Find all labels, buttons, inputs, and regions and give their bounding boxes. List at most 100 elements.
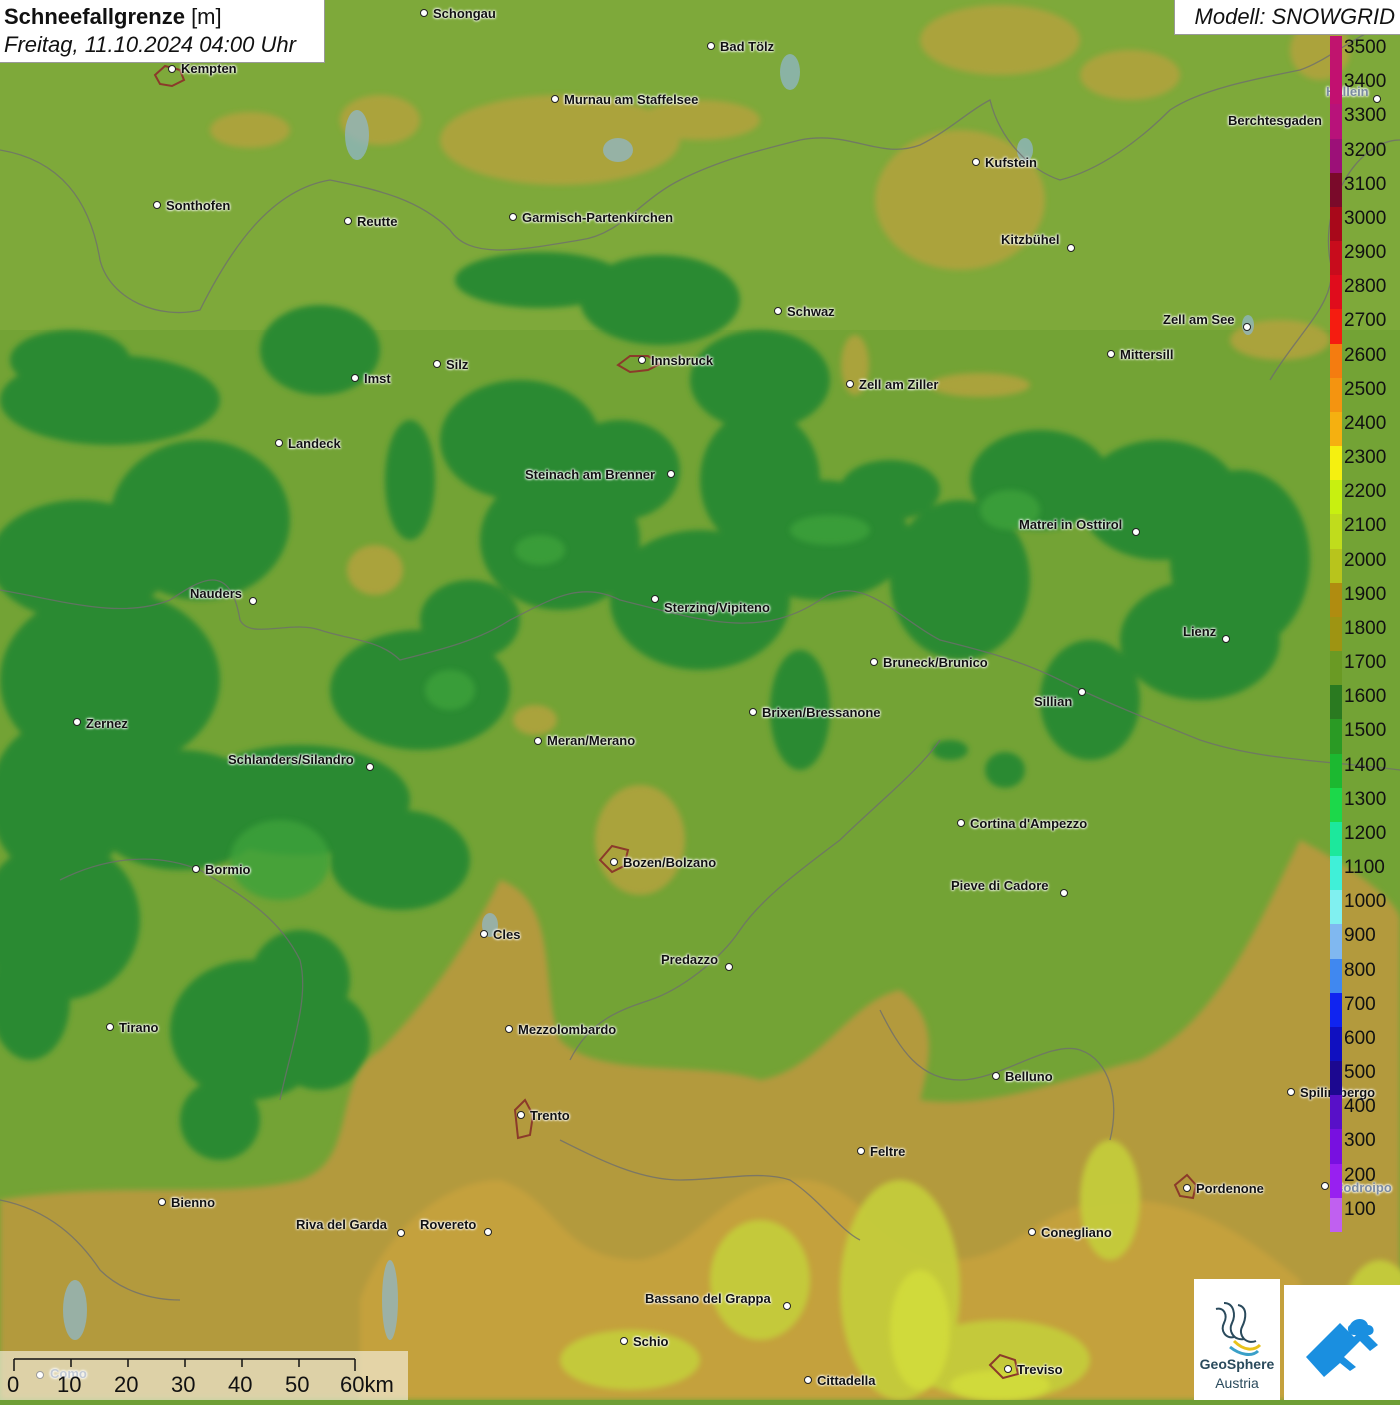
- city-marker-icon: [774, 307, 782, 315]
- legend-label: 2100: [1344, 515, 1387, 537]
- legend-label: 2500: [1344, 378, 1387, 400]
- city-label: Pordenone: [1196, 1181, 1264, 1196]
- city-label: Garmisch-Partenkirchen: [522, 210, 674, 225]
- scale-label: 50: [285, 1372, 310, 1397]
- city-label: Zell am See: [1163, 312, 1235, 327]
- city-label: Kempten: [181, 61, 237, 76]
- city-marker-icon: [249, 597, 257, 605]
- city-label: Cles: [493, 927, 521, 942]
- city-label: Lienz: [1183, 624, 1217, 639]
- legend-swatch: [1330, 36, 1342, 71]
- city-marker-icon: [749, 708, 757, 716]
- legend-label: 1800: [1344, 617, 1387, 639]
- legend-label: 900: [1344, 925, 1376, 947]
- model-box: Modell: SNOWGRID: [1174, 0, 1400, 35]
- legend-label: 600: [1344, 1027, 1376, 1049]
- city-label: Bad Tölz: [720, 39, 775, 54]
- legend-swatch: [1330, 685, 1342, 720]
- city-marker-icon: [551, 95, 559, 103]
- city-label: Berchtesgaden: [1228, 113, 1322, 128]
- city-label: Nauders: [190, 586, 243, 601]
- city-marker-icon: [1132, 528, 1140, 536]
- city-marker-icon: [192, 865, 200, 873]
- city-marker-icon: [1067, 244, 1075, 252]
- city-label: Imst: [364, 371, 391, 386]
- city-label: Cittadella: [817, 1373, 876, 1388]
- map-datetime: Freitag, 11.10.2024 04:00 Uhr: [4, 32, 296, 57]
- legend-swatch: [1330, 1026, 1342, 1062]
- legend-label: 2000: [1344, 549, 1387, 571]
- legend-swatch: [1330, 411, 1342, 447]
- city-label: Murnau am Staffelsee: [564, 92, 699, 107]
- city-label: Belluno: [1005, 1069, 1053, 1084]
- legend-label: 2900: [1344, 242, 1387, 264]
- geosphere-logo: GeoSphere Austria: [1194, 1279, 1280, 1400]
- legend-label: 3100: [1344, 173, 1387, 195]
- legend-label: 800: [1344, 959, 1376, 981]
- legend-swatch: [1330, 787, 1342, 823]
- city-marker-icon: [344, 217, 352, 225]
- model-label: Modell: SNOWGRID: [1194, 4, 1395, 29]
- legend-label: 2400: [1344, 412, 1387, 434]
- legend-label: 100: [1344, 1198, 1376, 1220]
- city-label: Reutte: [357, 214, 398, 229]
- city-label: Bassano del Grappa: [645, 1291, 771, 1306]
- legend-label: 1900: [1344, 583, 1387, 605]
- city-marker-icon: [505, 1025, 513, 1033]
- city-marker-icon: [168, 65, 176, 73]
- scale-label: 0: [7, 1372, 20, 1397]
- city-marker-icon: [783, 1302, 791, 1310]
- legend-swatch: [1330, 309, 1342, 345]
- color-legend: [1330, 36, 1342, 1233]
- city-marker-icon: [804, 1376, 812, 1384]
- legend-label: 3500: [1344, 37, 1387, 58]
- legend-swatch: [1330, 70, 1342, 105]
- city-marker-icon: [667, 470, 675, 478]
- legend-label: 700: [1344, 993, 1376, 1015]
- city-marker-icon: [1060, 889, 1068, 897]
- city-label: Rovereto: [420, 1217, 477, 1232]
- city-label: Pieve di Cadore: [951, 878, 1049, 893]
- legend-swatch: [1330, 890, 1342, 925]
- legend-label: 2600: [1344, 344, 1387, 366]
- legend-swatch: [1330, 206, 1342, 242]
- legend-label: 1200: [1344, 822, 1387, 844]
- legend-swatch: [1330, 719, 1342, 755]
- legend-swatch: [1330, 1163, 1342, 1199]
- city-label: Meran/Merano: [547, 733, 636, 748]
- city-label: Tirano: [119, 1020, 159, 1035]
- legend-label: 1000: [1344, 891, 1387, 913]
- scale-label: 30: [171, 1372, 196, 1397]
- legend-swatch: [1330, 241, 1342, 276]
- city-marker-icon: [638, 356, 646, 364]
- city-marker-icon: [480, 930, 488, 938]
- city-marker-icon: [1321, 1182, 1329, 1190]
- city-label: Feltre: [870, 1144, 906, 1159]
- legend-swatch: [1330, 992, 1342, 1028]
- city-marker-icon: [651, 595, 659, 603]
- city-marker-icon: [870, 658, 878, 666]
- title-box: Schneefallgrenze [m] Freitag, 11.10.2024…: [0, 0, 325, 63]
- legend-swatch: [1330, 343, 1342, 379]
- city-label: Treviso: [1017, 1362, 1063, 1377]
- scale-label: 40: [228, 1372, 253, 1397]
- legend-label: 2300: [1344, 447, 1387, 469]
- city-label: Mittersill: [1120, 347, 1174, 362]
- legend-swatch: [1330, 651, 1342, 686]
- city-label: Bruneck/Brunico: [883, 655, 988, 670]
- city-label: Landeck: [288, 436, 341, 451]
- city-label: Riva del Garda: [296, 1217, 388, 1232]
- legend-label: 3300: [1344, 105, 1387, 127]
- city-marker-icon: [1373, 95, 1381, 103]
- legend-label: 200: [1344, 1164, 1376, 1186]
- city-label: Zell am Ziller: [859, 377, 939, 392]
- legend-swatch: [1330, 138, 1342, 174]
- city-label: Conegliano: [1041, 1225, 1112, 1240]
- legend-label: 1600: [1344, 686, 1387, 708]
- legend-label: 2800: [1344, 276, 1387, 298]
- legend-swatch: [1330, 856, 1342, 891]
- legend-label: 1100: [1344, 857, 1385, 879]
- city-marker-icon: [1243, 323, 1251, 331]
- city-label: Kitzbühel: [1001, 232, 1060, 247]
- city-label: Mezzolombardo: [518, 1022, 617, 1037]
